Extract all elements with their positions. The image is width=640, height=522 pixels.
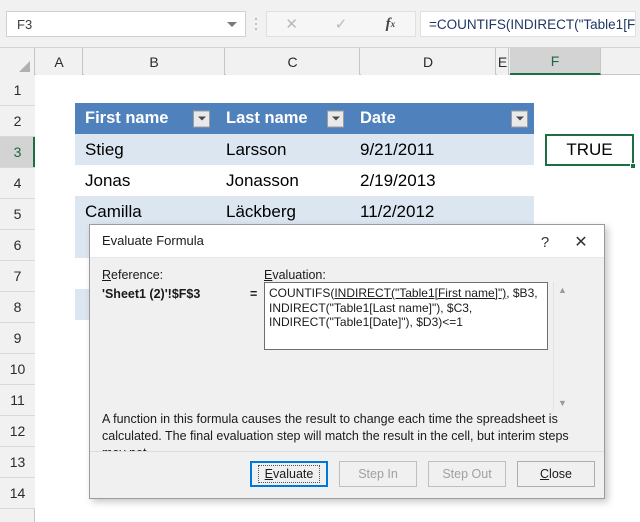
table-row[interactable]: Jonas Jonasson 2/19/2013 bbox=[75, 165, 534, 196]
select-all-corner[interactable] bbox=[0, 48, 35, 75]
reference-label-rest: eference: bbox=[111, 268, 164, 282]
evaluate-button-rest: valuate bbox=[273, 467, 314, 481]
formula-bar-buttons: ✕ ✓ fx bbox=[266, 11, 416, 37]
evaluation-label: Evaluation: bbox=[264, 268, 326, 282]
column-header-d[interactable]: D bbox=[361, 48, 496, 75]
excel-window: F3 ✕ ✓ fx =COUNTIFS(INDIRECT("Table1[Fir… bbox=[0, 0, 640, 522]
cancel-icon[interactable]: ✕ bbox=[267, 12, 316, 36]
evaluation-label-rest: valuation: bbox=[272, 268, 326, 282]
close-button-rest: lose bbox=[549, 467, 572, 481]
row-header-5[interactable]: 5 bbox=[0, 199, 35, 230]
evaluation-underlined-expression[interactable]: INDIRECT("Table1[First name]") bbox=[334, 286, 506, 300]
chevron-down-icon[interactable]: ▼ bbox=[554, 395, 571, 411]
row-header-14[interactable]: 14 bbox=[0, 478, 35, 509]
evaluation-scrollbar[interactable]: ▲ ▼ bbox=[553, 282, 570, 411]
formula-input-text: =COUNTIFS(INDIRECT("Table1[First nam bbox=[429, 16, 636, 32]
reference-label: Reference: bbox=[102, 268, 164, 282]
dialog-button-row: Evaluate Step In Step Out Close bbox=[90, 451, 604, 498]
cell-c5[interactable]: Läckberg bbox=[216, 196, 350, 227]
filter-dropdown-icon-last-name[interactable] bbox=[327, 110, 344, 127]
column-header-c[interactable]: C bbox=[226, 48, 360, 75]
row-header-12[interactable]: 12 bbox=[0, 416, 35, 447]
chevron-up-icon[interactable]: ▲ bbox=[554, 282, 571, 298]
table-header-last-name-label: Last name bbox=[226, 109, 308, 127]
help-icon[interactable]: ? bbox=[532, 230, 558, 254]
table-header-first-name: First name bbox=[75, 103, 216, 134]
row-header-4[interactable]: 4 bbox=[0, 168, 35, 199]
cell-b3[interactable]: Stieg bbox=[75, 134, 216, 165]
excel-table: First name Last name Date Stieg Larsson bbox=[75, 103, 534, 227]
column-headers: A B C D E F bbox=[0, 48, 640, 75]
filter-dropdown-icon-first-name[interactable] bbox=[193, 110, 210, 127]
table-header-date: Date bbox=[350, 103, 534, 134]
step-in-button-label: Step In bbox=[358, 467, 398, 481]
step-in-button[interactable]: Step In bbox=[339, 461, 417, 487]
column-header-b[interactable]: B bbox=[84, 48, 225, 75]
column-header-f[interactable]: F bbox=[510, 48, 601, 75]
row-header-7[interactable]: 7 bbox=[0, 261, 35, 292]
cell-c3[interactable]: Larsson bbox=[216, 134, 350, 165]
evaluation-before: COUNTIFS( bbox=[269, 286, 335, 300]
step-out-button-label: Step Out bbox=[442, 467, 492, 481]
row-header-10[interactable]: 10 bbox=[0, 354, 35, 385]
name-box-value: F3 bbox=[17, 16, 33, 32]
column-header-a[interactable]: A bbox=[36, 48, 83, 75]
evaluate-formula-dialog: Evaluate Formula ? ✕ Reference: 'Sheet1 … bbox=[89, 224, 605, 499]
evaluate-button[interactable]: Evaluate bbox=[250, 461, 328, 487]
cell-b5[interactable]: Camilla bbox=[75, 196, 216, 227]
row-header-13[interactable]: 13 bbox=[0, 447, 35, 478]
formula-input[interactable]: =COUNTIFS(INDIRECT("Table1[First nam bbox=[420, 11, 636, 37]
cell-d5[interactable]: 11/2/2012 bbox=[350, 196, 534, 227]
name-box-dropdown-icon[interactable] bbox=[219, 12, 245, 36]
table-header-date-label: Date bbox=[360, 109, 396, 127]
cell-b4[interactable]: Jonas bbox=[75, 165, 216, 196]
row-header-8[interactable]: 8 bbox=[0, 292, 35, 323]
table-row[interactable]: Camilla Läckberg 11/2/2012 bbox=[75, 196, 534, 227]
row-header-9[interactable]: 9 bbox=[0, 323, 35, 354]
row-header-3[interactable]: 3 bbox=[0, 137, 35, 168]
cell-d4[interactable]: 2/19/2013 bbox=[350, 165, 534, 196]
selected-cell-value: TRUE bbox=[566, 140, 613, 159]
fx-icon[interactable]: fx bbox=[366, 12, 415, 36]
equals-sign: = bbox=[250, 287, 258, 301]
dialog-title: Evaluate Formula bbox=[102, 233, 204, 248]
dialog-title-bar[interactable]: Evaluate Formula ? ✕ bbox=[90, 225, 604, 258]
row-header-6[interactable]: 6 bbox=[0, 230, 35, 261]
row-header-1[interactable]: 1 bbox=[0, 75, 35, 106]
table-header-last-name: Last name bbox=[216, 103, 350, 134]
table-header-row: First name Last name Date bbox=[75, 103, 534, 134]
table-header-first-name-label: First name bbox=[85, 109, 169, 127]
formula-bar-grip[interactable] bbox=[252, 14, 260, 34]
row-header-11[interactable]: 11 bbox=[0, 385, 35, 416]
check-icon[interactable]: ✓ bbox=[316, 12, 365, 36]
row-header-2[interactable]: 2 bbox=[0, 106, 35, 137]
name-box[interactable]: F3 bbox=[6, 11, 246, 37]
reference-value: 'Sheet1 (2)'!$F$3 bbox=[102, 287, 201, 301]
row-headers: 1 2 3 4 5 6 7 8 9 10 11 12 13 14 bbox=[0, 75, 35, 522]
table-row[interactable]: Stieg Larsson 9/21/2011 bbox=[75, 134, 534, 165]
formula-bar: F3 ✕ ✓ fx =COUNTIFS(INDIRECT("Table1[Fir… bbox=[0, 0, 640, 48]
filter-dropdown-icon-date[interactable] bbox=[511, 110, 528, 127]
step-out-button[interactable]: Step Out bbox=[428, 461, 506, 487]
close-icon[interactable]: ✕ bbox=[566, 230, 596, 254]
cell-c4[interactable]: Jonasson bbox=[216, 165, 350, 196]
evaluation-textbox[interactable]: COUNTIFS(INDIRECT("Table1[First name]"),… bbox=[264, 282, 548, 350]
close-button[interactable]: Close bbox=[517, 461, 595, 487]
cell-d3[interactable]: 9/21/2011 bbox=[350, 134, 534, 165]
column-header-e[interactable]: E bbox=[497, 48, 509, 75]
fill-handle[interactable] bbox=[630, 163, 636, 169]
selected-cell-f3[interactable]: TRUE bbox=[545, 134, 634, 166]
